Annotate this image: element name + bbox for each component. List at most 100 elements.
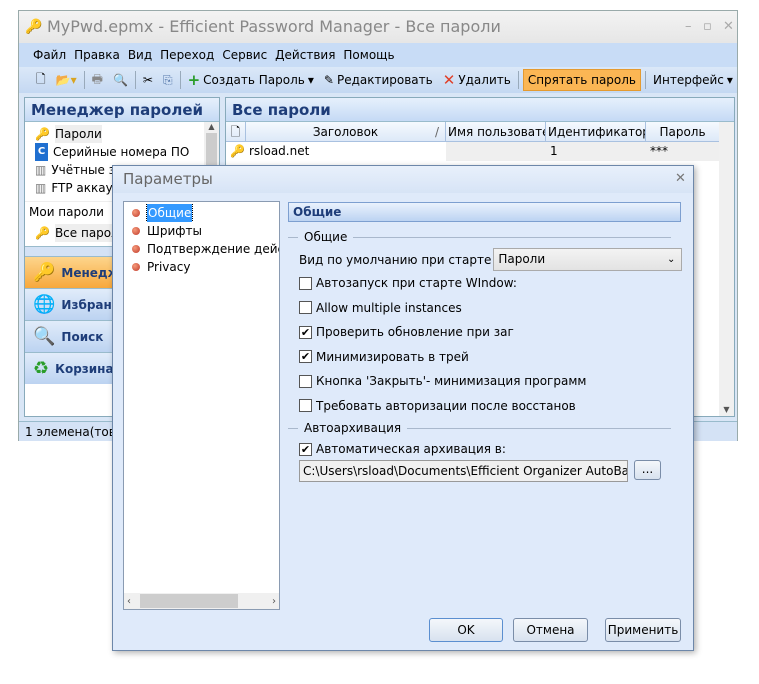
key-icon: 🔑 — [33, 262, 56, 283]
column-header-title[interactable]: Заголовок / — [246, 122, 446, 142]
menu-help[interactable]: Помощь — [343, 48, 394, 62]
chevron-down-icon: ⌄ — [666, 254, 676, 265]
create-password-button[interactable]: + Создать Пароль ▾ — [185, 69, 317, 91]
list-item[interactable]: C Серийные номера ПО — [25, 143, 219, 161]
delete-x-icon: ✕ — [442, 71, 456, 89]
require-auth-restore-checkbox[interactable]: Требовать авторизации после восстанов — [299, 399, 576, 413]
key-icon: 🔑 — [35, 226, 50, 240]
menu-service[interactable]: Сервис — [222, 48, 267, 62]
backup-path-input[interactable]: C:\Users\rsload\Documents\Efficient Orga… — [299, 460, 628, 482]
print-icon[interactable]: 🖶 — [89, 68, 106, 93]
vertical-scrollbar[interactable]: ▼ — [719, 122, 734, 416]
checkbox-label: Требовать авторизации после восстанов — [316, 398, 576, 413]
close-button[interactable]: ✕ — [723, 19, 734, 34]
column-header-username[interactable]: Имя пользователя — [446, 122, 546, 142]
tree-item-privacy[interactable]: Privacy — [124, 258, 279, 276]
list-item[interactable]: 🔑 Пароли — [25, 125, 219, 143]
right-panel-title: Все пароли — [226, 98, 734, 122]
menu-edit[interactable]: Правка — [74, 48, 120, 62]
section-header: Общие — [288, 202, 681, 222]
checkbox-label: Минимизировать в трей — [316, 349, 469, 364]
pencil-icon: ✎ — [323, 73, 334, 87]
column-header-password[interactable]: Пароль — [646, 122, 720, 142]
column-icon-header[interactable]: 🗋 — [226, 122, 246, 142]
group-general: Общие — [288, 230, 671, 244]
delete-label: Удалить — [458, 73, 511, 87]
cell-title: rsload.net — [248, 144, 310, 158]
default-view-select[interactable]: Пароли ⌄ — [493, 248, 683, 271]
group-label: Автоархивация — [304, 421, 402, 435]
cell-password: *** — [646, 142, 720, 161]
create-label: Создать Пароль — [203, 73, 305, 87]
maximize-button[interactable]: ▫ — [703, 19, 712, 34]
interface-dropdown[interactable]: Интерфейс ▾ — [650, 71, 736, 89]
tree-label: Шрифты — [147, 224, 202, 238]
allow-multiple-instances-checkbox[interactable]: Allow multiple instances — [299, 301, 462, 315]
horizontal-scrollbar[interactable]: ‹ › — [124, 593, 279, 609]
new-file-icon[interactable]: 🗋 — [33, 68, 49, 93]
checkbox-box: ✔ — [299, 350, 312, 363]
ok-button[interactable]: OK — [429, 618, 503, 642]
item-label: Серийные номера ПО — [53, 145, 190, 159]
apply-button[interactable]: Применить — [605, 618, 681, 642]
menu-view[interactable]: Вид — [128, 48, 152, 62]
separator — [645, 71, 646, 89]
open-folder-icon[interactable]: 📂▾ — [53, 71, 80, 89]
checkbox-box: ✔ — [299, 442, 312, 456]
recycle-bin-icon: ♻ — [33, 358, 50, 379]
title-bar: MyPwd.epmx - Efficient Password Manager … — [19, 11, 737, 43]
checkbox-box — [299, 276, 312, 290]
checkbox-box — [299, 374, 312, 388]
globe-lock-icon: 🌐 — [33, 294, 56, 315]
delete-button[interactable]: ✕ Удалить — [440, 69, 514, 91]
checkbox-label: Allow multiple instances — [316, 300, 462, 315]
menu-actions[interactable]: Действия — [275, 48, 335, 62]
separator — [134, 71, 136, 89]
key-icon: 🔑 — [35, 127, 50, 141]
check-updates-checkbox[interactable]: ✔ Проверить обновление при заг — [299, 325, 514, 339]
edit-label: Редактировать — [336, 73, 433, 87]
minimize-to-tray-checkbox[interactable]: ✔ Минимизировать в трей — [299, 350, 469, 364]
menu-file[interactable]: Файл — [33, 48, 66, 62]
bullet-icon — [132, 209, 140, 217]
edit-button[interactable]: ✎ Редактировать — [321, 71, 436, 89]
select-value: Пароли — [498, 252, 546, 266]
tree-item-confirmations[interactable]: Подтверждение действий — [124, 240, 279, 258]
tree-item-general[interactable]: Общие — [124, 204, 279, 222]
copy-icon[interactable]: ⎘ — [160, 71, 176, 90]
print-preview-icon[interactable]: 🔍 — [110, 71, 131, 89]
cell-identifier: 1 — [546, 142, 646, 161]
account-icon: ▥ — [35, 163, 47, 177]
checkbox-label: Проверить обновление при заг — [316, 325, 514, 339]
tree-item-fonts[interactable]: Шрифты — [124, 222, 279, 240]
minimize-button[interactable]: – — [685, 19, 692, 34]
checkbox-box — [299, 301, 312, 314]
cancel-button[interactable]: Отмена — [513, 618, 588, 642]
checkbox-box — [299, 399, 312, 412]
cell-username — [446, 142, 546, 161]
group-autobackup: Автоархивация — [288, 421, 671, 435]
hide-password-button[interactable]: Спрятать пароль — [522, 69, 641, 91]
dialog-close-button[interactable]: ✕ — [675, 171, 686, 186]
close-minimizes-checkbox[interactable]: Кнопка 'Закрыть'- минимизация программ — [299, 374, 586, 388]
autobackup-checkbox[interactable]: ✔ Автоматическая архивация в: — [299, 442, 506, 456]
separator — [83, 71, 85, 89]
window-title: MyPwd.epmx - Efficient Password Manager … — [47, 17, 501, 36]
nav-label: Поиск — [61, 329, 104, 344]
bullet-icon — [132, 263, 140, 271]
checkbox-label: Автоматическая архивация в: — [316, 442, 506, 456]
separator — [179, 71, 181, 89]
browse-button[interactable]: ... — [634, 460, 661, 480]
cut-icon[interactable]: ✂ — [140, 71, 156, 89]
dialog-title: Параметры — [113, 166, 693, 193]
default-view-row: Вид по умолчанию при старте Пароли ⌄ — [299, 248, 683, 271]
group-label: Общие — [304, 230, 348, 244]
table-row[interactable]: 🔑 rsload.net — [226, 142, 446, 161]
autostart-checkbox[interactable]: Автозапуск при старте WIndow: — [299, 276, 517, 290]
tree-label: Подтверждение действий — [147, 242, 279, 256]
checkbox-label: Кнопка 'Закрыть'- минимизация программ — [316, 374, 587, 388]
menu-go[interactable]: Переход — [160, 48, 214, 62]
bullet-icon — [132, 227, 140, 235]
column-header-identifier[interactable]: Идентификатор а — [546, 122, 646, 142]
plus-icon: + — [187, 71, 201, 89]
